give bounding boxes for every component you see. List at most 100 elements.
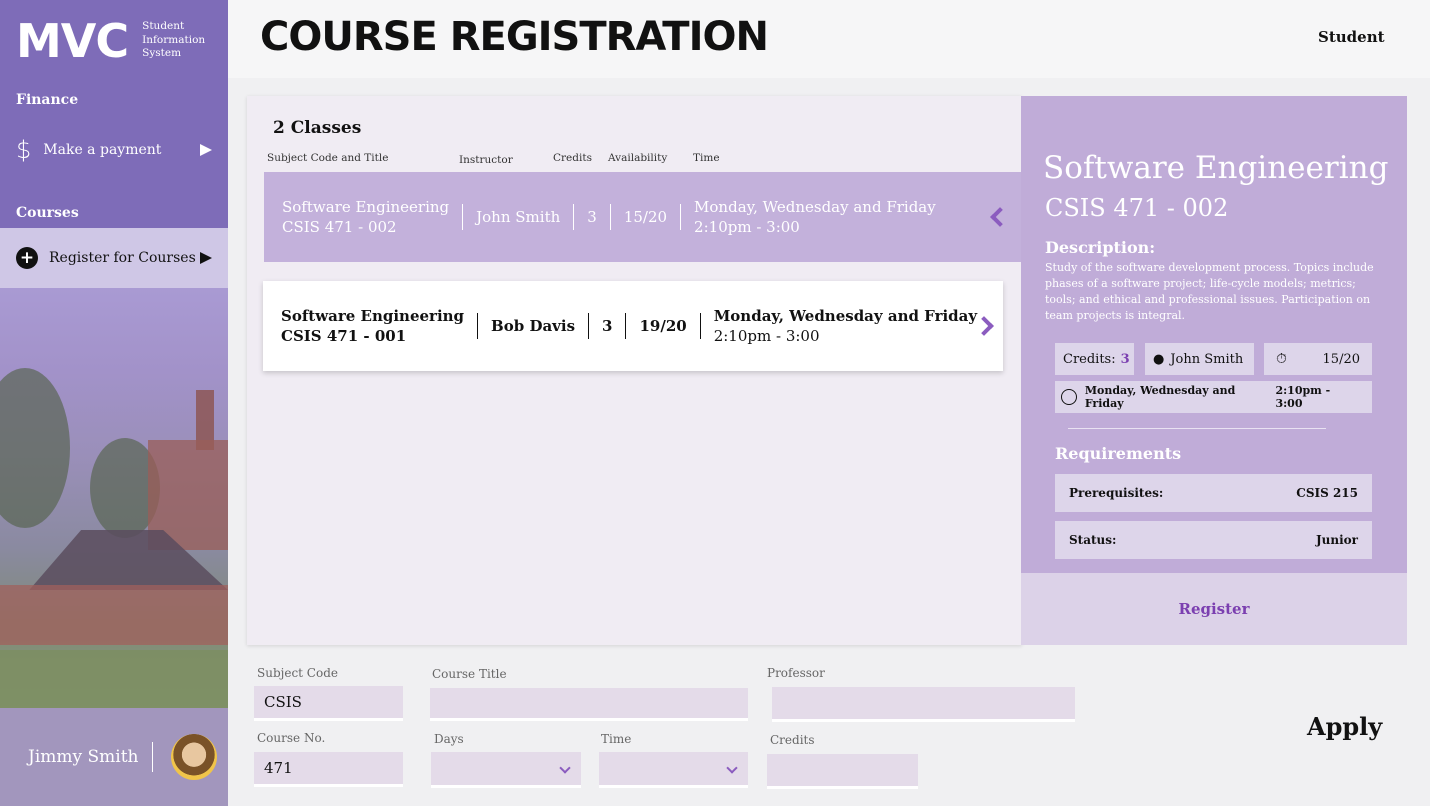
page-title: COURSE REGISTRATION [260,14,769,60]
class-days: Monday, Wednesday and Friday [694,198,936,216]
class-code: CSIS 471 - 002 [282,218,397,236]
class-days: Monday, Wednesday and Friday [713,307,978,325]
time-label: Time [601,732,632,746]
subject-code-label: Subject Code [257,666,338,680]
schedule-chip: Monday, Wednesday and Friday 2:10pm - 3:… [1055,381,1372,413]
professor-label: Professor [767,666,825,680]
class-availability: 19/20 [639,317,687,335]
divider [609,204,611,230]
column-header-credits: Credits [553,152,592,164]
divider [462,204,464,230]
class-row-selected[interactable]: Software Engineering CSIS 471 - 002 John… [264,172,1022,262]
sidebar-item-label: Make a payment [43,142,162,158]
divider [588,313,590,339]
logo-subtitle-line: System [142,47,182,59]
sidebar-item-label: Register for Courses [49,250,196,266]
logo-subtitle: Student Information System [142,20,205,61]
subject-code-input[interactable]: CSIS [254,686,403,721]
mvc-logo[interactable]: MVC Student Information System [16,18,205,64]
column-header-time: Time [693,152,720,164]
schedule-time: 2:10pm - 3:00 [1275,384,1331,410]
class-title-cell: Software Engineering CSIS 471 - 001 [281,306,464,346]
status-value: Junior [1315,533,1358,547]
divider [699,313,701,339]
user-profile[interactable]: Jimmy Smith [0,708,228,806]
building-wall-shape [0,585,228,645]
course-no-label: Course No. [257,731,326,745]
class-title: Software Engineering [282,198,450,216]
plus-icon: + [16,247,38,269]
class-availability: 15/20 [623,208,668,226]
credits-value: 3 [1120,351,1130,367]
divider [625,313,627,339]
stopwatch-icon: ⏱ [1276,351,1287,367]
credits-chip: Credits: 3 [1055,343,1134,375]
finance-heading: Finance [16,92,79,108]
class-title: Software Engineering [281,307,465,325]
schedule-days-group: Monday, Wednesday and Friday [1061,384,1275,410]
class-instructor: Bob Davis [491,317,576,335]
class-code: CSIS 471 - 001 [281,327,407,345]
arrow-right-icon [200,144,212,156]
detail-title: Software Engineering [1043,150,1389,186]
availability-value: 15/20 [1322,351,1360,367]
column-header-availability: Availability [608,152,668,164]
days-label: Days [434,732,464,746]
instructor-name: John Smith [1170,351,1244,367]
prerequisites-row: Prerequisites: CSIS 215 [1055,474,1372,512]
class-credits: 3 [587,208,597,226]
divider [680,204,682,230]
chevron-down-icon [559,762,571,774]
chevron-down-icon [726,762,738,774]
instructor-chip: ● John Smith [1145,343,1254,375]
class-instructor: John Smith [476,208,561,226]
divider [573,204,575,230]
person-icon: ● [1153,351,1165,367]
divider [152,742,154,772]
logo-subtitle-line: Information [142,33,206,46]
days-select[interactable] [431,752,581,788]
class-title-cell: Software Engineering CSIS 471 - 002 [282,197,449,237]
arrow-right-icon [200,252,212,264]
sidebar-item-make-payment[interactable]: $ Make a payment [0,120,228,180]
requirements-heading: Requirements [1055,444,1182,463]
description-text: Study of the software development proces… [1045,261,1374,322]
detail-code: CSIS 471 - 002 [1045,194,1229,222]
class-time: 2:10pm - 3:00 [694,218,800,236]
courses-heading: Courses [16,205,79,221]
logo-subtitle-line: Student [142,20,185,32]
user-name: Jimmy Smith [28,747,139,767]
status-label: Status: [1069,533,1117,547]
dollar-icon: $ [16,136,32,164]
register-button[interactable]: Register [1021,573,1407,645]
professor-input[interactable] [772,687,1075,722]
class-row[interactable]: Software Engineering CSIS 471 - 001 Bob … [263,281,1003,371]
credits-filter-input[interactable] [767,754,918,789]
column-header-subject: Subject Code and Title [267,152,389,164]
logo-mark: MVC [16,14,129,68]
clock-icon [1061,389,1077,405]
time-select[interactable] [599,752,748,788]
class-time-cell: Monday, Wednesday and Friday 2:10pm - 3:… [714,306,977,346]
column-header-instructor: Instructor [459,154,513,166]
classes-count: 2 Classes [273,118,362,138]
course-no-input[interactable]: 471 [254,752,403,787]
sidebar: MVC Student Information System Finance $… [0,0,228,806]
divider [1068,428,1326,429]
availability-chip: ⏱ 15/20 [1264,343,1372,375]
user-role[interactable]: Student [1318,28,1385,46]
description-heading: Description: [1045,238,1156,257]
class-time: 2:10pm - 3:00 [713,327,820,345]
avatar[interactable] [171,734,218,780]
class-time-cell: Monday, Wednesday and Friday 2:10pm - 3:… [694,197,936,237]
tree-shape [0,368,70,528]
apply-button[interactable]: Apply [1307,712,1382,741]
class-credits: 3 [602,317,613,335]
prerequisites-value: CSIS 215 [1296,486,1358,500]
credits-filter-label: Credits [770,733,815,747]
sidebar-item-register-courses[interactable]: + Register for Courses [0,228,228,288]
course-title-input[interactable] [430,688,748,721]
credits-label: Credits: [1063,351,1116,367]
prerequisites-label: Prerequisites: [1069,486,1164,500]
schedule-days: Monday, Wednesday and Friday [1084,384,1236,410]
